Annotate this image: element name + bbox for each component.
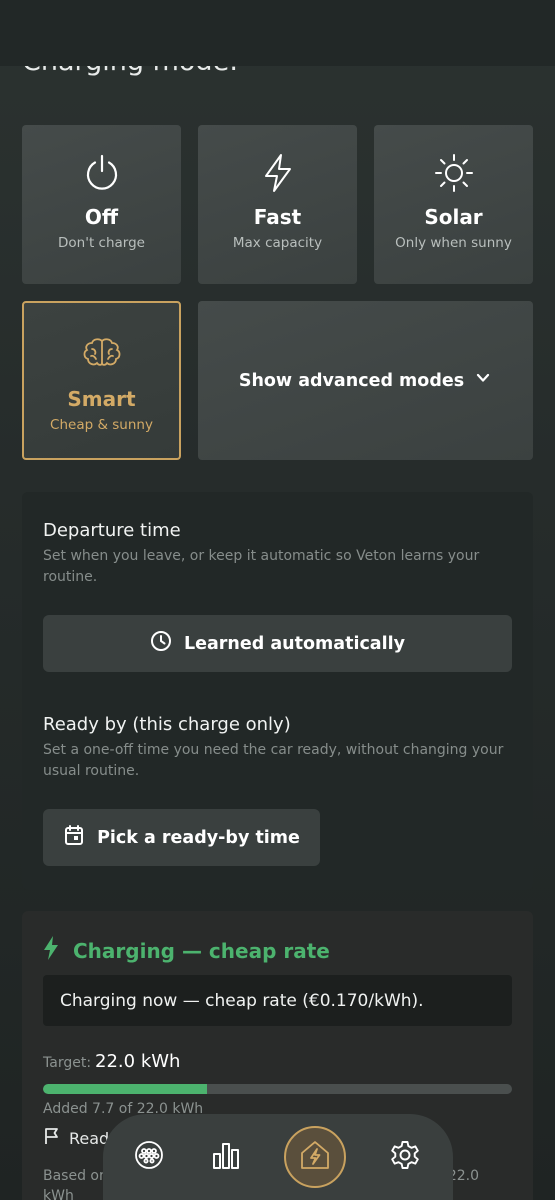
flag-icon [43, 1127, 61, 1149]
pick-ready-by-time-button[interactable]: Pick a ready-by time [43, 809, 320, 866]
charger-plug-icon [133, 1139, 165, 1175]
learned-automatically-button[interactable]: Learned automatically [43, 615, 512, 672]
show-advanced-modes-button[interactable]: Show advanced modes [198, 301, 533, 460]
charge-target: Target: 22.0 kWh [43, 1051, 180, 1072]
mode-fast-button[interactable]: Fast Max capacity [198, 125, 357, 284]
departure-card: Departure time Set when you leave, or ke… [22, 492, 533, 890]
home-charge-icon [298, 1138, 332, 1176]
ready-row: Read [43, 1127, 109, 1149]
target-value: 22.0 kWh [95, 1051, 181, 1072]
charging-status-label: Charging — cheap rate [73, 938, 330, 963]
lightning-icon [43, 935, 59, 966]
mode-name: Fast [253, 205, 302, 229]
brain-icon [82, 333, 122, 373]
charge-progress-bar [43, 1084, 512, 1094]
based-label: Based on [43, 1168, 108, 1184]
settings-icon [389, 1139, 421, 1175]
bottom-nav [103, 1114, 453, 1200]
mode-subtitle: Max capacity [232, 235, 323, 251]
mode-name: Solar [424, 205, 483, 229]
nav-stats[interactable] [208, 1139, 244, 1175]
mode-name: Off [84, 205, 119, 229]
mode-smart-button[interactable]: Smart Cheap & sunny [22, 301, 181, 460]
mode-subtitle: Don't charge [58, 235, 145, 251]
learned-automatically-label: Learned automatically [183, 633, 406, 654]
clock-icon [150, 630, 172, 657]
chevron-down-icon [474, 369, 492, 392]
advanced-label: Show advanced modes [238, 370, 465, 391]
stats-icon [211, 1140, 241, 1174]
sun-icon [434, 153, 474, 193]
mode-name: Smart [67, 387, 136, 411]
power-icon [82, 153, 122, 193]
charging-note: Charging now — cheap rate (€0.170/kWh). [43, 975, 512, 1026]
nav-home-charge[interactable] [284, 1126, 347, 1188]
pick-ready-by-time-label: Pick a ready-by time [97, 827, 300, 848]
nav-charger[interactable] [131, 1139, 167, 1175]
target-label: Target: [43, 1055, 92, 1071]
mode-subtitle: Only when sunny [395, 235, 512, 251]
ready-text: Read [69, 1128, 110, 1148]
ready-by-description: Set a one-off time you need the car read… [43, 742, 504, 779]
mode-subtitle: Cheap & sunny [50, 417, 153, 433]
status-bar [0, 0, 555, 66]
mode-solar-button[interactable]: Solar Only when sunny [374, 125, 533, 284]
calendar-icon [63, 824, 85, 851]
mode-off-button[interactable]: Off Don't charge [22, 125, 181, 284]
ready-by-title: Ready by (this charge only) [43, 714, 291, 735]
lightning-icon [261, 153, 295, 193]
charging-status-title: Charging — cheap rate [43, 935, 330, 966]
nav-settings[interactable] [387, 1139, 423, 1175]
departure-description: Set when you leave, or keep it automatic… [43, 548, 480, 585]
departure-title: Departure time [43, 520, 181, 541]
charge-progress-fill [43, 1084, 208, 1094]
based-unit: kWh [43, 1188, 74, 1200]
